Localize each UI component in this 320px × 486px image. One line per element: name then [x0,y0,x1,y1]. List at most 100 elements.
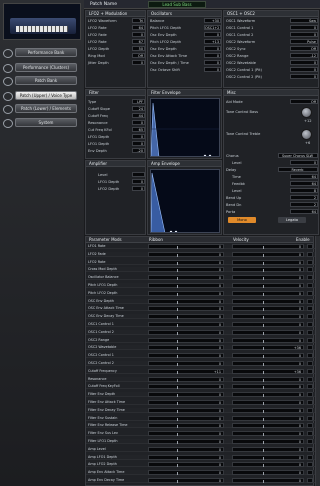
velocity-slider[interactable]: +36 [232,368,304,374]
ribbon-slider[interactable]: 0 [148,454,224,460]
amp-level-field[interactable] [132,172,145,177]
delay-level-field[interactable]: 8 [290,188,318,193]
aid-mode-field[interactable]: Off [290,99,318,104]
lfo2-rate2-field[interactable]: 67 [132,39,145,44]
velocity-slider[interactable]: +36 [232,345,304,351]
ribbon-slider[interactable]: 0 [148,423,224,429]
velocity-slider[interactable]: 0 [232,353,304,359]
velocity-slider[interactable]: 0 [232,392,304,398]
enable-checkbox[interactable] [307,329,313,335]
patch-upper-button[interactable]: Patch (Upper) / Voice Type [15,91,77,100]
enable-checkbox[interactable] [307,462,313,468]
performance-clusters-button[interactable]: Performance (Clusters) [15,63,77,72]
cut-freq-kfol-field[interactable]: 65 [132,127,145,132]
ribbon-slider[interactable]: 0 [148,470,224,476]
velocity-slider[interactable]: 0 [232,361,304,366]
velocity-slider[interactable]: 0 [232,290,304,296]
enable-checkbox[interactable] [307,283,313,288]
ribbon-slider[interactable]: 0 [148,400,224,405]
ribbon-slider[interactable]: 0 [148,353,224,359]
cutoff-slope-field[interactable]: 24 [132,106,145,111]
velocity-slider[interactable]: 0 [232,267,304,273]
ribbon-slider[interactable]: 0 [148,431,224,437]
velocity-slider[interactable]: 0 [232,259,304,265]
osc2-control1-field[interactable]: 0 [290,67,318,72]
velocity-slider[interactable]: 0 [232,454,304,460]
ribbon-slider[interactable]: 0 [148,361,224,366]
enable-checkbox[interactable] [307,290,313,296]
osc-env-depth-field[interactable]: 0 [204,32,221,37]
velocity-slider[interactable]: 0 [232,329,304,335]
velocity-slider[interactable]: 0 [232,314,304,320]
porta-field[interactable]: 64 [290,209,318,214]
delay-feedback-field[interactable]: 64 [290,181,318,186]
enable-checkbox[interactable] [307,275,313,281]
velocity-slider[interactable]: 0 [232,283,304,288]
lfo2-waveform-field[interactable]: Tri [132,18,145,23]
enable-checkbox[interactable] [307,259,313,265]
velocity-slider[interactable]: 0 [232,376,304,382]
ribbon-slider[interactable]: 0 [148,345,224,351]
ribbon-slider[interactable]: 0 [148,267,224,273]
enable-checkbox[interactable] [307,446,313,452]
enable-checkbox[interactable] [307,423,313,429]
tone-treble-knob[interactable] [301,129,312,140]
ring-mod-field[interactable]: Off [132,53,145,58]
ribbon-slider[interactable]: 0 [148,462,224,468]
amp-lfo2-depth-field[interactable]: 0 [132,186,145,191]
ribbon-slider[interactable]: 0 [148,244,224,249]
enable-checkbox[interactable] [307,376,313,382]
osc2-sync-field[interactable]: Off [290,46,318,51]
enable-checkbox[interactable] [307,337,313,343]
ribbon-slider[interactable]: 0 [148,314,224,320]
system-button[interactable]: System [15,118,77,127]
filter-env-depth-field[interactable]: -20 [132,148,145,153]
ribbon-slider[interactable]: 0 [148,259,224,265]
enable-checkbox[interactable] [307,361,313,366]
ribbon-slider[interactable]: 0 [148,384,224,390]
filter-lfo1-depth-field[interactable]: 0 [132,134,145,139]
pitch-lfo2-depth-field[interactable]: +13 [204,39,221,44]
filter-envelope-graph[interactable] [150,98,220,157]
velocity-slider[interactable]: 0 [232,251,304,257]
velocity-slider[interactable]: 0 [232,470,304,476]
osc-env-time-field[interactable]: 0 [204,60,221,65]
chorus-level-field[interactable]: 0 [290,160,318,165]
ribbon-slider[interactable]: 0 [148,283,224,288]
enable-checkbox[interactable] [307,415,313,421]
enable-checkbox[interactable] [307,384,313,390]
enable-checkbox[interactable] [307,431,313,437]
ribbon-slider[interactable]: 0 [148,446,224,452]
osc1-waveform-field[interactable]: Saw [290,18,318,23]
filter-type-field[interactable]: LPF [132,99,145,104]
velocity-slider[interactable]: 0 [232,407,304,413]
enable-checkbox[interactable] [307,267,313,273]
velocity-slider[interactable]: 0 [232,337,304,343]
velocity-slider[interactable]: 0 [232,400,304,405]
enable-checkbox[interactable] [307,368,313,374]
ribbon-slider[interactable]: 0 [148,376,224,382]
enable-checkbox[interactable] [307,439,313,444]
velocity-slider[interactable]: 0 [232,423,304,429]
osc2-range-field[interactable]: -12 [290,53,318,58]
velocity-slider[interactable]: 0 [232,275,304,281]
ribbon-slider[interactable]: 0 [148,322,224,327]
enable-checkbox[interactable] [307,345,313,351]
osc2-control2-field[interactable]: 0 [290,74,318,79]
patch-bank-button[interactable]: Patch Bank [15,76,77,85]
performance-bank-button[interactable]: Performance Bank [15,48,77,57]
legato-button[interactable]: Legato [278,217,306,223]
ribbon-slider[interactable]: 0 [148,392,224,398]
lfo2-depth-field[interactable]: 50 [132,46,145,51]
patch-name-field[interactable]: Lead Sub Bass [148,1,206,8]
ribbon-slider[interactable]: 0 [148,306,224,312]
enable-checkbox[interactable] [307,454,313,460]
velocity-slider[interactable]: 0 [232,446,304,452]
filter-lfo2-depth-field[interactable]: 0 [132,141,145,146]
amp-envelope-graph[interactable] [150,169,220,233]
ribbon-slider[interactable]: 0 [148,329,224,335]
delay-time-field[interactable]: 64 [290,174,318,179]
bend-up-field[interactable]: 2 [290,195,318,200]
enable-checkbox[interactable] [307,353,313,359]
jitter-depth-field[interactable]: 0 [132,60,145,65]
